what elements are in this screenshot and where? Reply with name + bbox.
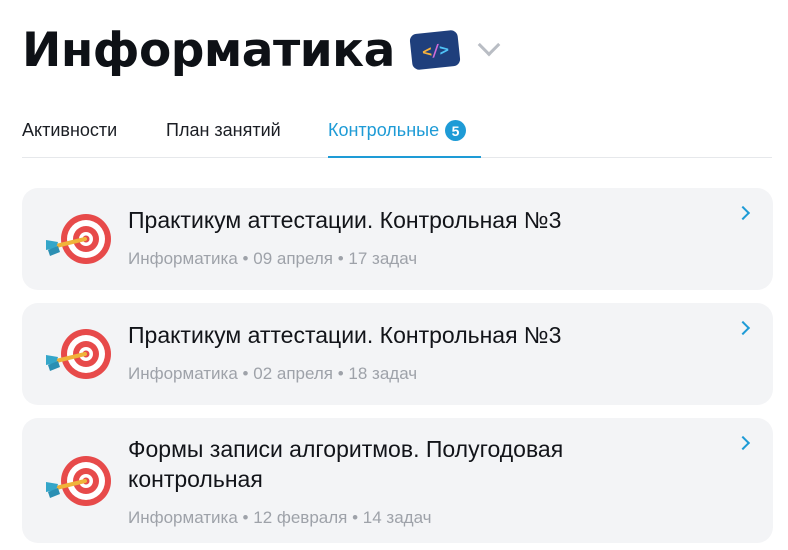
test-meta: Информатика • 02 апреля • 18 задач: [128, 364, 418, 383]
test-meta: Информатика • 12 февраля • 14 задач: [128, 508, 432, 527]
test-subject: Информатика: [128, 249, 238, 268]
page-title: Информатика: [22, 22, 395, 78]
page-header: Информатика < / >: [22, 20, 501, 80]
test-title: Практикум аттестации. Контрольная №3: [128, 207, 562, 233]
chevron-down-icon[interactable]: [477, 33, 501, 57]
tab-activities[interactable]: Активности: [22, 120, 117, 141]
code-tag-icon: < / >: [409, 29, 461, 71]
test-title: Практикум аттестации. Контрольная №3: [128, 322, 562, 348]
test-date: 12 февраля: [253, 508, 348, 527]
tab-tests[interactable]: Контрольные 5: [328, 120, 467, 141]
target-icon: [46, 329, 111, 379]
chevron-right-icon: [735, 435, 751, 451]
test-date: 09 апреля: [253, 249, 333, 268]
chevron-right-icon: [735, 320, 751, 336]
chevron-right-icon: [735, 205, 751, 221]
target-icon: [46, 456, 111, 506]
test-title: Формы записи алгоритмов. Полугодовая кон…: [128, 436, 564, 492]
target-icon: [46, 214, 111, 264]
tab-bar: Активности План занятий Контрольные 5: [22, 100, 772, 158]
test-card[interactable]: Практикум аттестации. Контрольная №3 Инф…: [22, 188, 773, 290]
count-badge: 5: [445, 120, 467, 141]
test-subject: Информатика: [128, 508, 238, 527]
test-card[interactable]: Формы записи алгоритмов. Полугодовая кон…: [22, 418, 773, 543]
tab-lesson-plan[interactable]: План занятий: [166, 120, 281, 141]
test-task-count: 18 задач: [348, 364, 418, 383]
test-card[interactable]: Практикум аттестации. Контрольная №3 Инф…: [22, 303, 773, 405]
test-task-count: 17 задач: [348, 249, 418, 268]
test-date: 02 апреля: [253, 364, 333, 383]
test-task-count: 14 задач: [362, 508, 432, 527]
tab-label: Контрольные: [328, 120, 440, 140]
tab-label: План занятий: [166, 120, 281, 140]
test-subject: Информатика: [128, 364, 238, 383]
tab-label: Активности: [22, 120, 118, 140]
active-tab-indicator: [328, 156, 481, 158]
test-meta: Информатика • 09 апреля • 17 задач: [128, 249, 418, 268]
